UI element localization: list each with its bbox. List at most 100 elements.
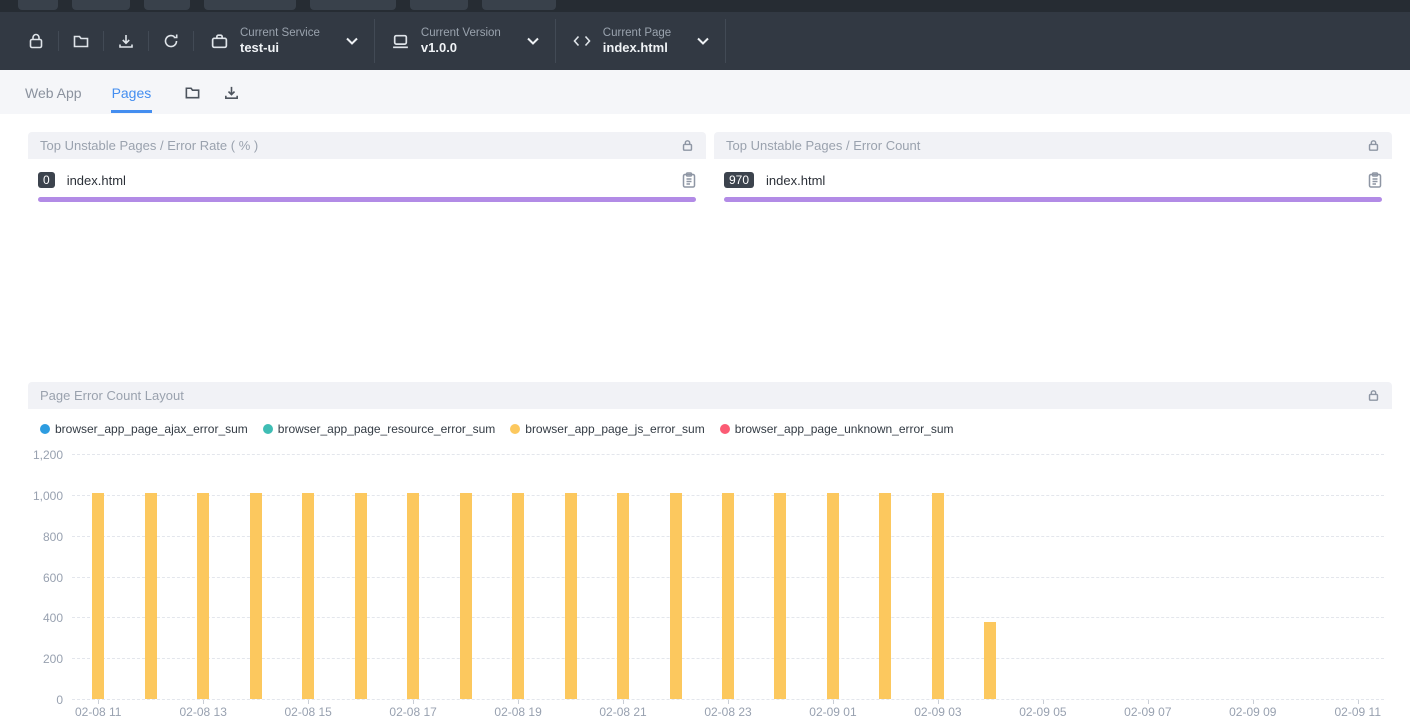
page-error-count-panel: Page Error Count Layout browser_app_page…: [28, 382, 1392, 700]
legend-item[interactable]: browser_app_page_ajax_error_sum: [40, 422, 248, 436]
legend-dot-icon: [40, 424, 50, 434]
code-icon: [572, 33, 592, 49]
value-badge: 0: [38, 172, 55, 188]
x-axis-label: 02-08 17: [389, 705, 436, 717]
gridline: [72, 454, 1384, 455]
page-rate-bar: [38, 197, 696, 202]
chart-area: 02004006008001,0001,20002-08 1102-08 130…: [72, 455, 1384, 700]
top-panels-row: Top Unstable Pages / Error Rate ( % ) 0 …: [28, 132, 1392, 202]
chevron-down-icon: [527, 37, 539, 45]
x-axis-label: 02-09 03: [914, 705, 961, 717]
lock-icon[interactable]: [681, 139, 694, 152]
selector-label: Current Version: [421, 26, 501, 40]
bar: [460, 493, 472, 699]
cropped-button[interactable]: [144, 0, 190, 10]
panel-header: Top Unstable Pages / Error Rate ( % ): [28, 132, 706, 159]
chevron-down-icon: [346, 37, 358, 45]
lock-icon[interactable]: [1367, 139, 1380, 152]
x-axis-tick: [98, 700, 99, 704]
clipboard-icon[interactable]: [1368, 172, 1382, 188]
tab-web-app[interactable]: Web App: [24, 72, 83, 113]
lock-icon[interactable]: [14, 23, 58, 59]
cropped-button[interactable]: [482, 0, 556, 10]
selector-label: Current Page: [603, 26, 671, 40]
folder-icon[interactable]: [184, 84, 201, 101]
bar: [512, 493, 524, 699]
bar: [355, 493, 367, 699]
tab-pages[interactable]: Pages: [111, 72, 153, 113]
x-axis-label: 02-08 21: [599, 705, 646, 717]
bar: [932, 493, 944, 699]
legend-label: browser_app_page_resource_error_sum: [278, 422, 495, 436]
chart-plot: 02004006008001,0001,20002-08 1102-08 130…: [72, 455, 1384, 700]
bar: [879, 493, 891, 699]
bar: [302, 493, 314, 699]
refresh-icon[interactable]: [149, 23, 193, 59]
legend-label: browser_app_page_unknown_error_sum: [735, 422, 954, 436]
x-axis-label: 02-09 05: [1019, 705, 1066, 717]
x-axis-label: 02-08 13: [180, 705, 227, 717]
cropped-button[interactable]: [204, 0, 296, 10]
bar: [145, 493, 157, 699]
chart-legend: browser_app_page_ajax_error_sum browser_a…: [40, 422, 1392, 436]
current-page-selector[interactable]: Current Page index.html: [556, 12, 725, 70]
bar: [617, 493, 629, 699]
page-name: index.html: [766, 173, 1368, 188]
legend-dot-icon: [720, 424, 730, 434]
download-icon[interactable]: [104, 23, 148, 59]
tab-strip: Web App Pages: [0, 70, 1410, 114]
cropped-button[interactable]: [72, 0, 130, 10]
y-axis-label: 1,000: [33, 489, 63, 503]
page-name: index.html: [67, 173, 682, 188]
cropped-button[interactable]: [18, 0, 58, 10]
x-axis-tick: [1253, 700, 1254, 704]
legend-item[interactable]: browser_app_page_unknown_error_sum: [720, 422, 954, 436]
page-count-bar: [724, 197, 1382, 202]
bar: [722, 493, 734, 699]
x-axis-label: 02-09 09: [1229, 705, 1276, 717]
briefcase-icon: [210, 32, 229, 51]
download-icon[interactable]: [223, 84, 240, 101]
laptop-icon: [391, 32, 410, 51]
bar: [984, 622, 996, 699]
x-axis-tick: [518, 700, 519, 704]
x-axis-tick: [413, 700, 414, 704]
legend-dot-icon: [263, 424, 273, 434]
page-row[interactable]: 0 index.html: [38, 172, 696, 188]
legend-item[interactable]: browser_app_page_resource_error_sum: [263, 422, 495, 436]
x-axis-tick: [623, 700, 624, 704]
bar: [827, 493, 839, 699]
clipboard-icon[interactable]: [682, 172, 696, 188]
panel-header: Top Unstable Pages / Error Count: [714, 132, 1392, 159]
bar: [774, 493, 786, 699]
x-axis-tick: [938, 700, 939, 704]
x-axis-tick: [833, 700, 834, 704]
bar: [670, 493, 682, 699]
selector-value: v1.0.0: [421, 40, 501, 56]
folder-icon[interactable]: [59, 23, 103, 59]
y-axis-label: 800: [43, 530, 63, 544]
x-axis-label: 02-09 07: [1124, 705, 1171, 717]
panel-body: 970 index.html: [714, 159, 1392, 202]
selector-value: index.html: [603, 40, 671, 56]
legend-dot-icon: [510, 424, 520, 434]
divider: [725, 19, 726, 63]
current-version-selector[interactable]: Current Version v1.0.0: [375, 12, 555, 70]
panel-title: Page Error Count Layout: [40, 388, 184, 403]
panel-title: Top Unstable Pages / Error Rate ( % ): [40, 138, 258, 153]
x-axis-tick: [308, 700, 309, 704]
cropped-button[interactable]: [410, 0, 468, 10]
page-row[interactable]: 970 index.html: [724, 172, 1382, 188]
x-axis-tick: [1043, 700, 1044, 704]
selector-value: test-ui: [240, 40, 320, 56]
main-toolbar: Current Service test-ui Current Version …: [0, 12, 1410, 70]
bar: [250, 493, 262, 699]
lock-icon[interactable]: [1367, 389, 1380, 402]
legend-item[interactable]: browser_app_page_js_error_sum: [510, 422, 704, 436]
legend-label: browser_app_page_js_error_sum: [525, 422, 704, 436]
panel-body: 0 index.html: [28, 159, 706, 202]
current-service-selector[interactable]: Current Service test-ui: [194, 12, 374, 70]
cropped-button[interactable]: [310, 0, 396, 10]
cropped-toolbar-row: [0, 0, 1410, 12]
chevron-down-icon: [697, 37, 709, 45]
